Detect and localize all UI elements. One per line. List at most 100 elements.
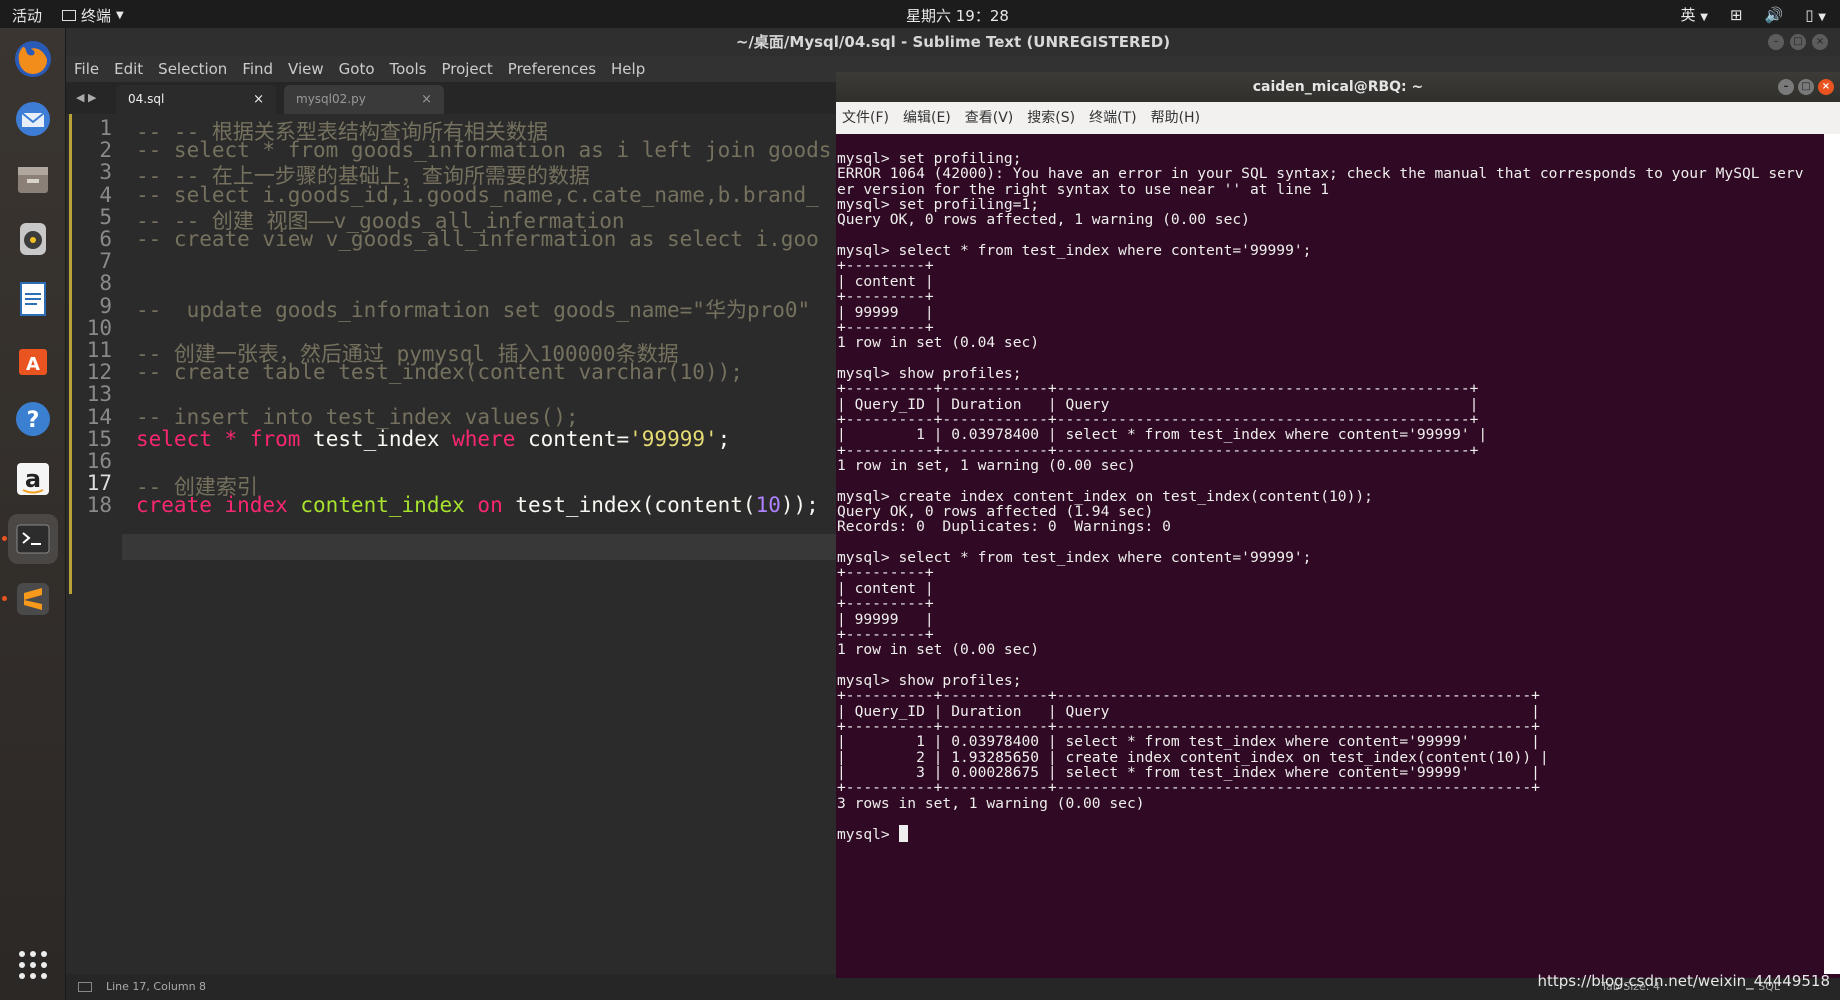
cursor-position: Line 17, Column 8 — [106, 980, 207, 993]
terminal-line-text: 1 row in set, 1 warning (0.00 sec) — [837, 457, 1136, 474]
terminal-title: caiden_mical@RBQ: ~ — [1252, 79, 1424, 95]
menu-item-view[interactable]: View — [288, 56, 324, 82]
rhythmbox-icon[interactable] — [8, 214, 58, 264]
code-token: -- select i.goods_id,i.goods_name,c.cate… — [136, 182, 819, 207]
maximize-icon[interactable]: □ — [1790, 34, 1806, 50]
firefox-icon[interactable] — [8, 34, 58, 84]
minimize-icon[interactable]: – — [1768, 34, 1784, 50]
terminal-menu-item[interactable]: 文件(F) — [842, 102, 889, 134]
panel-toggle-icon[interactable] — [78, 982, 92, 992]
line-number: 16 — [86, 449, 112, 473]
terminal-line-text: Records: 0 Duplicates: 0 Warnings: 0 — [837, 518, 1171, 536]
terminal-line: 1 row in set, 1 warning (0.00 sec) — [837, 457, 1136, 474]
terminal-scrollbar[interactable] — [1824, 134, 1840, 974]
line-number: 7 — [99, 249, 112, 274]
line-number: 8 — [99, 271, 112, 296]
show-applications-icon[interactable] — [8, 940, 58, 990]
battery-icon[interactable]: ▯ ▼ — [1805, 6, 1826, 24]
code-token: from — [249, 426, 301, 451]
terminal-menu-item[interactable]: 搜索(S) — [1027, 102, 1075, 134]
amazon-icon[interactable]: a — [8, 454, 58, 504]
terminal-menu-item[interactable]: 查看(V) — [965, 102, 1014, 134]
svg-text:a: a — [25, 465, 41, 493]
terminal-menu-item[interactable]: 帮助(H) — [1151, 102, 1200, 134]
line-number: 5 — [99, 204, 112, 229]
code-token: -- update goods_information set goods_na… — [136, 297, 811, 322]
software-center-icon[interactable]: A — [8, 334, 58, 384]
code-token: 10 — [755, 493, 781, 518]
line-number: 1 — [99, 116, 112, 140]
network-icon[interactable]: ⊞ — [1730, 6, 1743, 24]
menu-item-goto[interactable]: Goto — [339, 56, 375, 82]
code-token: select — [136, 426, 212, 451]
terminal-line-text: mysql> — [837, 826, 899, 844]
terminal-titlebar: caiden_mical@RBQ: ~ – □ × — [836, 72, 1840, 102]
line-number: 17 — [86, 471, 112, 496]
close-tab-icon[interactable]: × — [253, 85, 264, 114]
line-number: 6 — [99, 227, 112, 251]
help-icon[interactable]: ? — [8, 394, 58, 444]
terminal-line-text: 1 row in set (0.04 sec) — [837, 334, 1040, 352]
line-number: 14 — [86, 404, 112, 429]
minimize-icon[interactable]: – — [1778, 79, 1794, 95]
watermark-url: https://blog.csdn.net/weixin_44449518 — [1537, 972, 1830, 990]
code-token: )); — [780, 493, 819, 518]
terminal-menu-item[interactable]: 编辑(E) — [903, 102, 951, 134]
volume-icon[interactable]: 🔊 — [1765, 6, 1784, 24]
menu-item-find[interactable]: Find — [242, 56, 273, 82]
code-token: create — [136, 493, 212, 518]
code-token: ; — [717, 426, 731, 451]
terminal-line: Query OK, 0 rows affected, 1 warning (0.… — [837, 211, 1250, 228]
close-tab-icon[interactable]: × — [421, 85, 432, 114]
menu-item-file[interactable]: File — [74, 56, 99, 82]
tab-mysql02-py[interactable]: mysql02.py × — [284, 85, 444, 114]
line-number: 4 — [99, 182, 112, 207]
menu-item-project[interactable]: Project — [441, 56, 492, 82]
menu-item-tools[interactable]: Tools — [390, 56, 427, 82]
terminal-line: 1 row in set (0.00 sec) — [837, 641, 1039, 658]
code-line: -- select * from goods_information as i … — [136, 138, 831, 162]
code-token: -- create table test_index(content varch… — [136, 360, 743, 385]
terminal-cursor — [898, 825, 908, 843]
launcher-dock: A ? a — [0, 28, 66, 1000]
svg-text:?: ? — [27, 408, 40, 433]
files-icon[interactable] — [8, 154, 58, 204]
chevron-down-icon: ▼ — [1700, 12, 1708, 23]
code-token: * — [224, 426, 238, 451]
input-method-label: 英 — [1680, 6, 1696, 24]
menu-item-preferences[interactable]: Preferences — [508, 56, 596, 82]
close-icon[interactable]: × — [1812, 34, 1828, 50]
line-number: 10 — [86, 315, 112, 340]
line-number: 9 — [99, 293, 112, 318]
terminal-launcher-icon[interactable] — [2, 514, 58, 564]
sublime-window-controls: – □ × — [1768, 34, 1828, 50]
thunderbird-icon[interactable] — [8, 94, 58, 144]
app-menu[interactable]: 终端 ▼ — [62, 5, 124, 26]
terminal-menu-item[interactable]: 终端(T) — [1089, 102, 1136, 134]
menu-item-selection[interactable]: Selection — [158, 56, 227, 82]
menu-item-help[interactable]: Help — [611, 56, 645, 82]
code-token: on — [477, 493, 503, 518]
sublime-text-icon[interactable] — [2, 574, 58, 624]
close-icon[interactable]: × — [1818, 79, 1834, 95]
input-method-menu[interactable]: 英 ▼ — [1681, 4, 1709, 25]
terminal-menubar: 文件(F) 编辑(E) 查看(V) 搜索(S) 终端(T) 帮助(H) — [836, 102, 1840, 134]
code-line: -- insert into test_index values(); — [136, 405, 579, 429]
line-number: 3 — [99, 160, 112, 185]
tab-04-sql[interactable]: 04.sql × — [116, 85, 276, 114]
running-indicator — [2, 536, 7, 541]
current-line-highlight — [122, 534, 836, 560]
tab-navigation-arrows-icon[interactable]: ◀ ▶ — [76, 91, 96, 104]
code-token: content_index — [300, 493, 465, 518]
code-editor[interactable]: 1 -- -- 根据关系型表结构查询所有相关数据 2 -- select * from… — [66, 114, 840, 994]
terminal-line: Records: 0 Duplicates: 0 Warnings: 0 — [837, 518, 1171, 535]
writer-icon[interactable] — [8, 274, 58, 324]
terminal-window: caiden_mical@RBQ: ~ – □ × 文件(F) 编辑(E) 查看(V… — [836, 72, 1840, 978]
activities-button[interactable]: 活动 — [12, 5, 42, 26]
terminal-output[interactable]: mysql> set profiling; ERROR 1064 (42000):… — [836, 134, 1824, 974]
clock[interactable]: 星期六 19：28 — [906, 5, 1009, 26]
menu-item-edit[interactable]: Edit — [114, 56, 143, 82]
maximize-icon[interactable]: □ — [1798, 79, 1814, 95]
